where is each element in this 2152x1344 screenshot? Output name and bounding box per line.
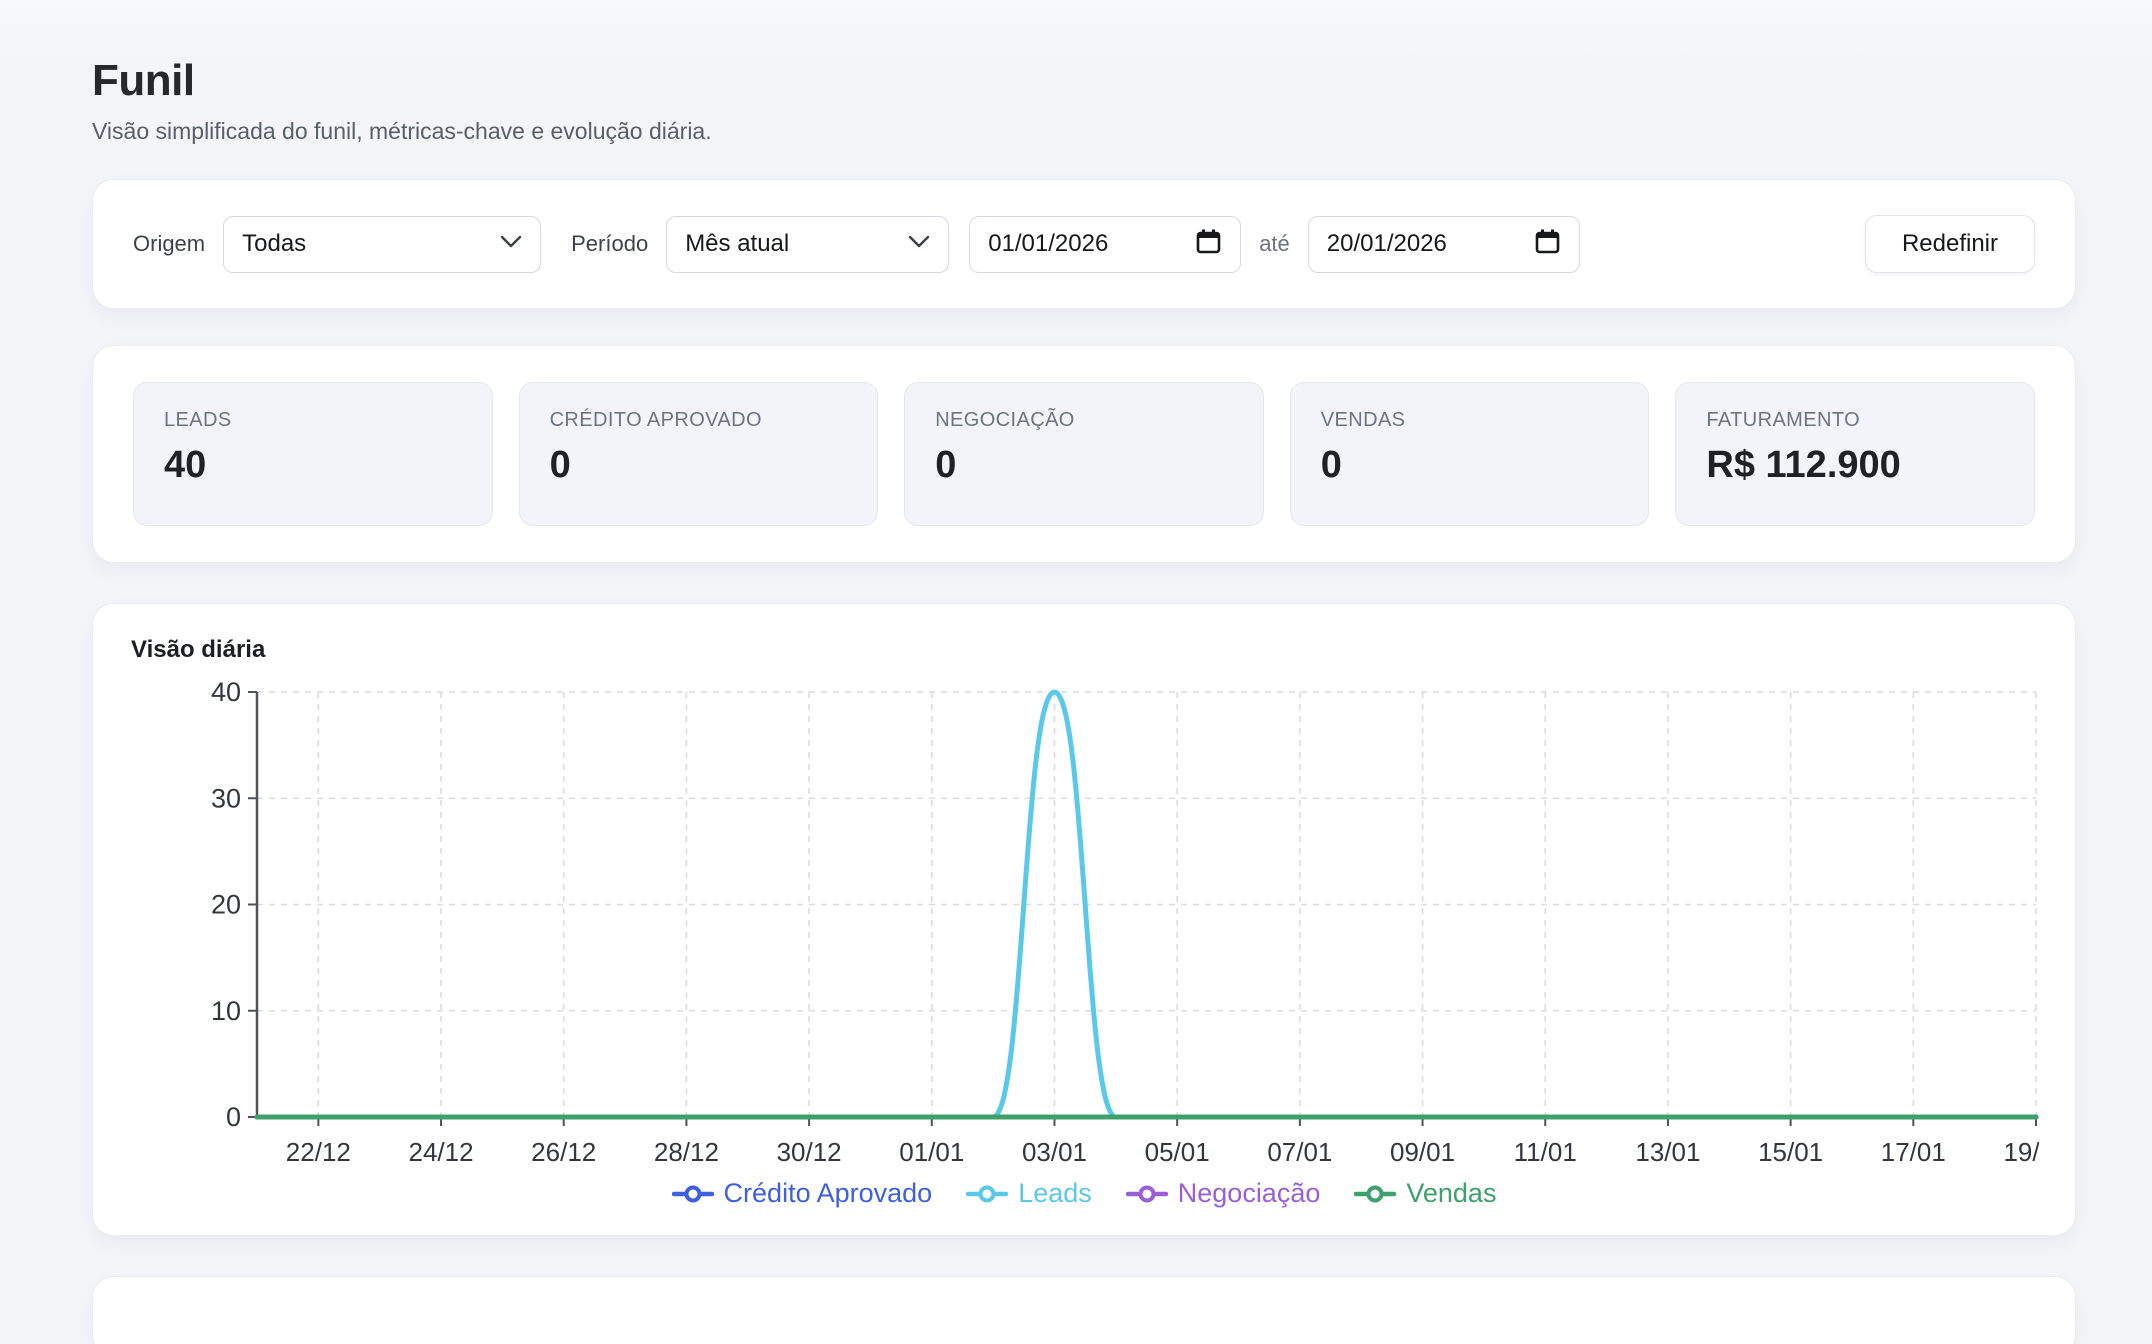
kpi-label: FATURAMENTO [1706, 409, 2004, 432]
svg-text:28/12: 28/12 [654, 1137, 719, 1167]
line-point-icon [672, 1185, 714, 1203]
svg-text:09/01: 09/01 [1390, 1137, 1455, 1167]
periodo-select-value: Mês atual [685, 230, 789, 258]
kpi-value: 40 [164, 444, 462, 487]
svg-text:19/01: 19/01 [2003, 1137, 2039, 1167]
svg-text:07/01: 07/01 [1267, 1137, 1332, 1167]
kpi-label: LEADS [164, 409, 462, 432]
reset-button[interactable]: Redefinir [1865, 215, 2035, 273]
svg-text:13/01: 13/01 [1635, 1137, 1700, 1167]
filter-bar: Origem Todas Período Mês atual 01/01/202… [92, 179, 2076, 309]
chevron-down-icon [908, 235, 930, 254]
kpi-value: 0 [1321, 444, 1619, 487]
line-point-icon [966, 1185, 1008, 1203]
svg-text:24/12: 24/12 [408, 1137, 473, 1167]
legend-label: Negociação [1178, 1178, 1321, 1209]
svg-text:26/12: 26/12 [531, 1137, 596, 1167]
page-subtitle: Visão simplificada do funil, métricas-ch… [92, 118, 2076, 145]
svg-text:30: 30 [211, 783, 241, 813]
legend-label: Leads [1018, 1178, 1092, 1209]
kpi-label: NEGOCIAÇÃO [935, 409, 1233, 432]
kpi-label: VENDAS [1321, 409, 1619, 432]
page-title: Funil [92, 0, 2076, 106]
chart-legend: Crédito Aprovado Leads Negociação [131, 1178, 2037, 1209]
chart-title: Visão diária [131, 636, 2037, 664]
kpi-negociacao: NEGOCIAÇÃO 0 [904, 382, 1264, 526]
calendar-icon[interactable] [1195, 228, 1222, 260]
kpi-vendas: VENDAS 0 [1290, 382, 1650, 526]
legend-label: Crédito Aprovado [724, 1178, 933, 1209]
origem-select-value: Todas [242, 230, 306, 258]
date-to-value: 20/01/2026 [1327, 230, 1447, 258]
legend-item-credito-aprovado[interactable]: Crédito Aprovado [672, 1178, 933, 1209]
kpi-row: LEADS 40 CRÉDITO APROVADO 0 NEGOCIAÇÃO 0… [92, 345, 2076, 563]
calendar-icon[interactable] [1534, 228, 1561, 260]
chevron-down-icon [500, 235, 522, 254]
next-section-card [92, 1276, 2076, 1344]
kpi-leads: LEADS 40 [133, 382, 493, 526]
kpi-value: 0 [935, 444, 1233, 487]
origem-select[interactable]: Todas [223, 216, 541, 273]
svg-text:15/01: 15/01 [1758, 1137, 1823, 1167]
svg-text:0: 0 [226, 1102, 241, 1132]
kpi-credito-aprovado: CRÉDITO APROVADO 0 [519, 382, 879, 526]
kpi-value: R$ 112.900 [1706, 444, 2004, 487]
periodo-label: Período [571, 231, 648, 257]
date-from-input[interactable]: 01/01/2026 [969, 216, 1241, 273]
daily-view-card: Visão diária 22/1224/1226/1228/1230/1201… [92, 603, 2076, 1236]
svg-text:05/01: 05/01 [1145, 1137, 1210, 1167]
svg-text:03/01: 03/01 [1022, 1137, 1087, 1167]
main-content: Funil Visão simplificada do funil, métri… [92, 0, 2076, 1344]
legend-label: Vendas [1406, 1178, 1496, 1209]
legend-item-negociacao[interactable]: Negociação [1126, 1178, 1321, 1209]
chart-canvas: 22/12 24/12 26/12 28/12 30/12 01/01 03/01 05/01… [131, 674, 2039, 1174]
kpi-value: 0 [550, 444, 848, 487]
svg-text:40: 40 [211, 677, 241, 707]
kpi-label: CRÉDITO APROVADO [550, 409, 848, 432]
until-label: até [1259, 231, 1290, 257]
svg-text:10: 10 [211, 996, 241, 1026]
line-point-icon [1354, 1185, 1396, 1203]
legend-item-leads[interactable]: Leads [966, 1178, 1092, 1209]
svg-text:22/12: 22/12 [286, 1137, 351, 1167]
legend-item-vendas[interactable]: Vendas [1354, 1178, 1496, 1209]
svg-text:30/12: 30/12 [777, 1137, 842, 1167]
origem-label: Origem [133, 231, 205, 257]
kpi-faturamento: FATURAMENTO R$ 112.900 [1675, 382, 2035, 526]
periodo-select[interactable]: Mês atual [666, 216, 949, 273]
line-chart: 22/12 24/12 26/12 28/12 30/12 01/01 03/01 05/01… [131, 674, 2037, 1174]
svg-text:11/01: 11/01 [1514, 1137, 1577, 1167]
svg-text:20: 20 [211, 890, 241, 920]
date-from-value: 01/01/2026 [988, 230, 1108, 258]
svg-text:17/01: 17/01 [1881, 1137, 1946, 1167]
svg-text:01/01: 01/01 [899, 1137, 964, 1167]
line-point-icon [1126, 1185, 1168, 1203]
date-to-input[interactable]: 20/01/2026 [1308, 216, 1580, 273]
